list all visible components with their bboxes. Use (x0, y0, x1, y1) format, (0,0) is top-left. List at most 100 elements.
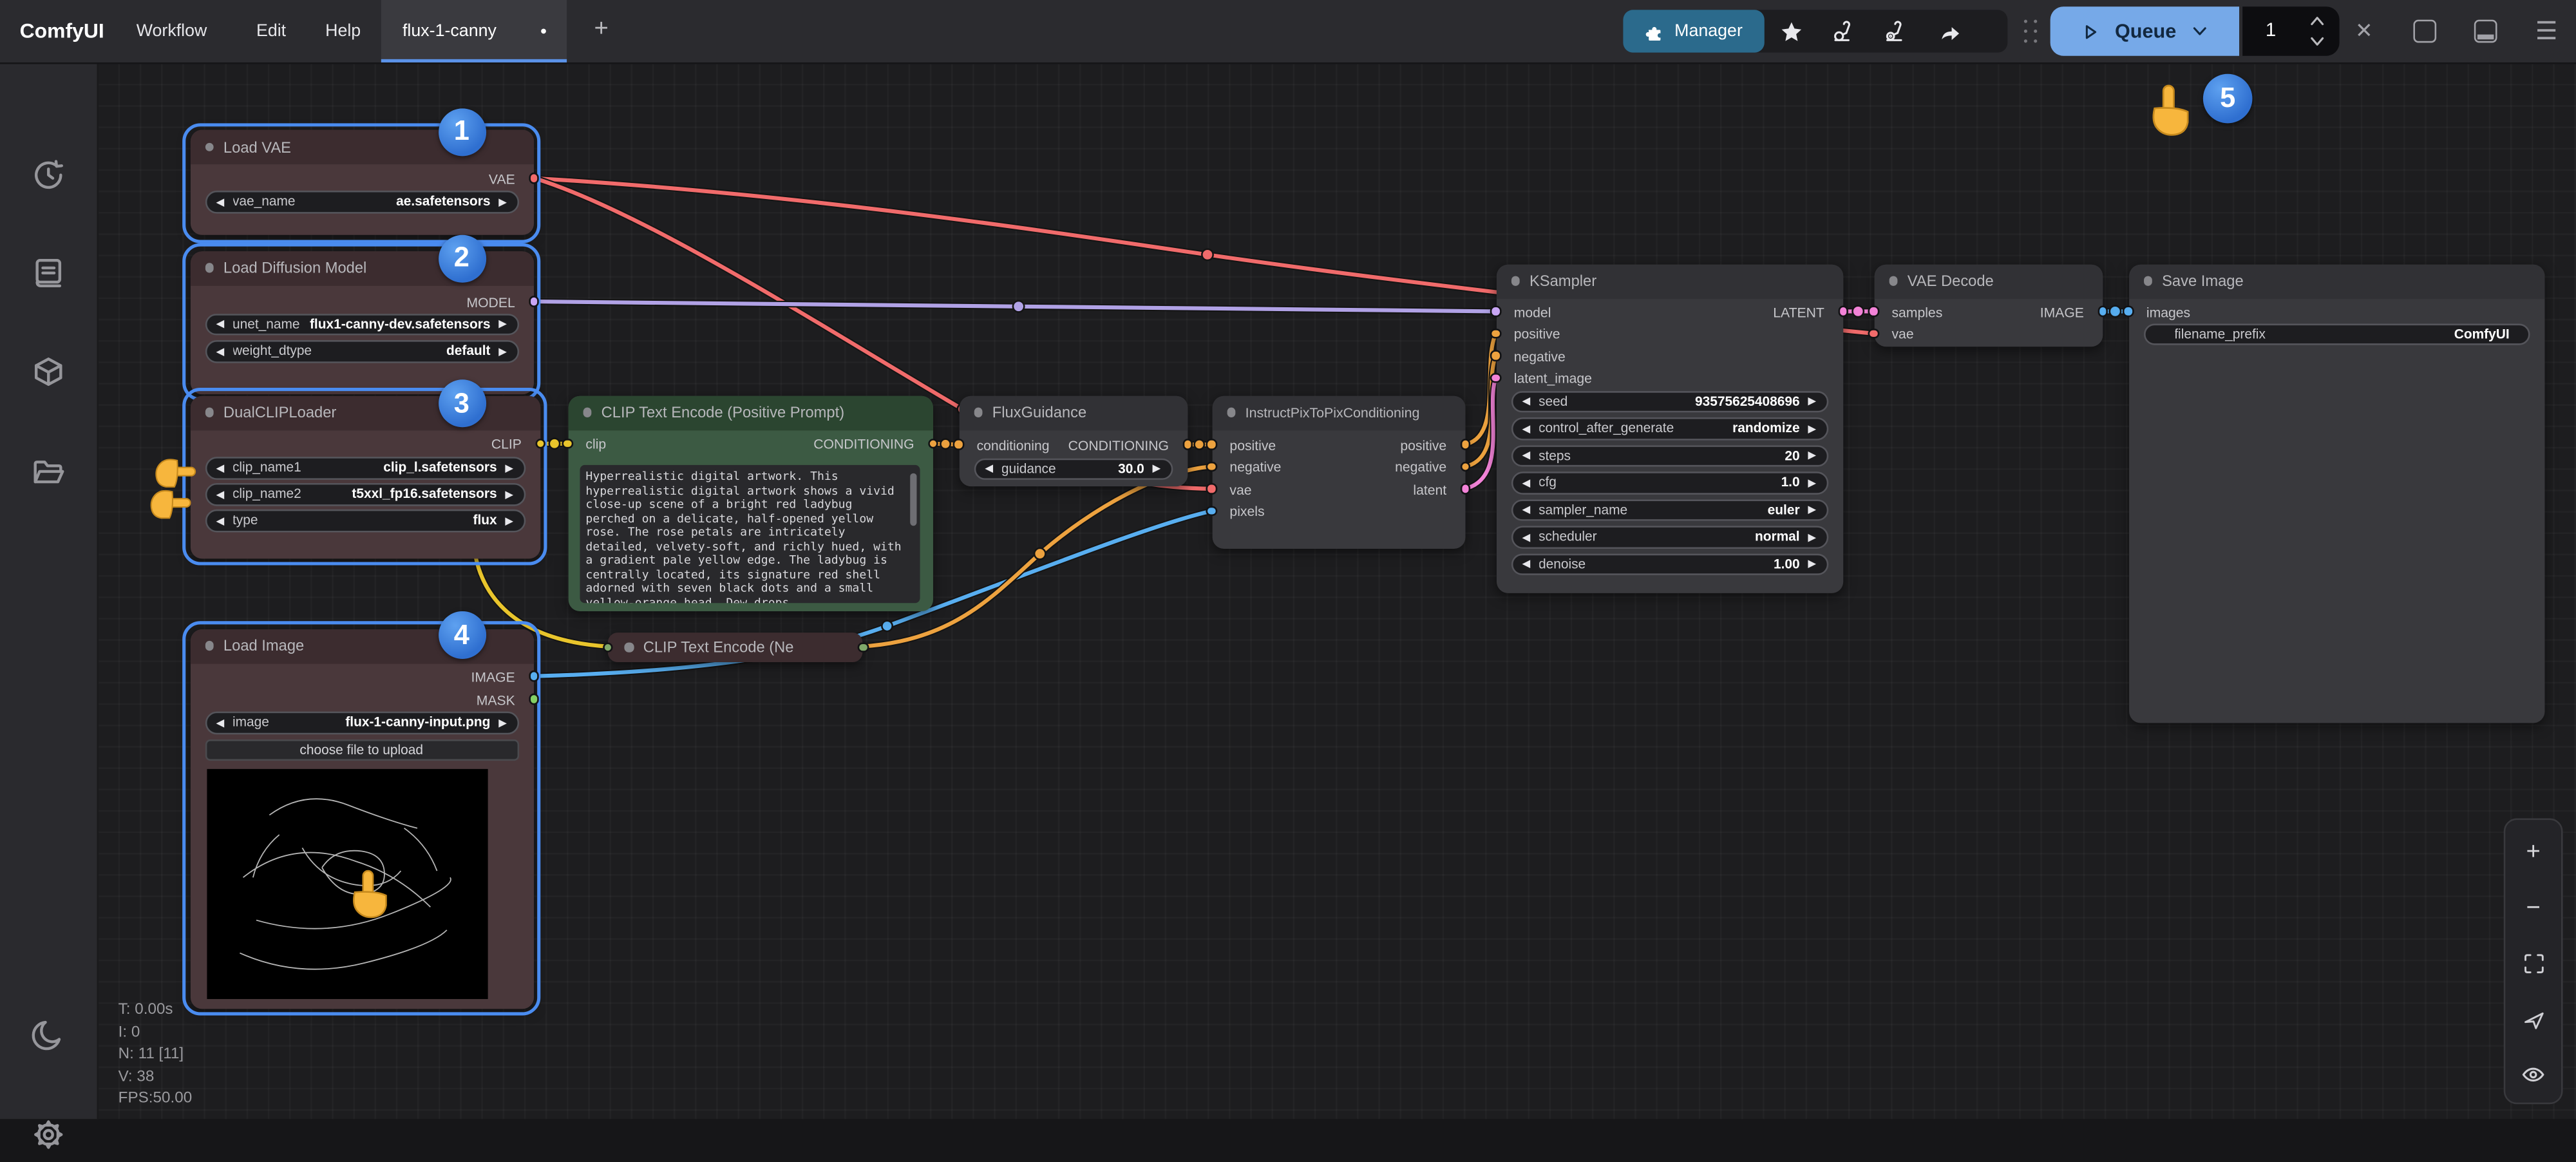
menu-help[interactable]: Help (325, 0, 361, 62)
port-vae-output[interactable] (528, 173, 539, 184)
port-pixels-input[interactable] (1206, 506, 1217, 517)
node-load-image[interactable]: Load Image IMAGE MASK ◀ image flux-1-can… (190, 629, 533, 1008)
widget-control-after-generate[interactable]: ◀ control_after_generate randomize ▶ (1511, 417, 1828, 439)
left-arrow-icon[interactable]: ◀ (1522, 503, 1531, 516)
share-icon[interactable] (1929, 12, 1968, 51)
widget-weight-dtype[interactable]: ◀ weight_dtype default ▶ (205, 340, 518, 362)
collapse-dot-icon[interactable] (205, 142, 214, 151)
right-arrow-icon[interactable]: ▶ (1808, 557, 1816, 570)
port-negative-output[interactable] (1460, 461, 1471, 472)
left-arrow-icon[interactable]: ◀ (1522, 530, 1531, 543)
left-arrow-icon[interactable]: ◀ (216, 195, 224, 208)
port-vae-input[interactable] (1868, 328, 1879, 339)
widget-scheduler[interactable]: ◀ scheduler normal ▶ (1511, 526, 1828, 548)
collapsed-output-dot[interactable] (858, 642, 869, 652)
favorites-star-icon[interactable] (1771, 12, 1810, 51)
collapse-dot-icon[interactable] (205, 263, 214, 272)
node-header[interactable]: FluxGuidance (959, 395, 1188, 430)
left-arrow-icon[interactable]: ◀ (216, 318, 224, 330)
left-arrow-icon[interactable]: ◀ (1522, 449, 1531, 462)
left-arrow-icon[interactable]: ◀ (216, 345, 224, 357)
fit-view-button[interactable] (2505, 938, 2561, 988)
maximize-icon[interactable] (2409, 15, 2441, 48)
widget-vae-name[interactable]: ◀ vae_name ae.safetensors ▶ (205, 191, 518, 213)
right-arrow-icon[interactable]: ▶ (1808, 503, 1816, 516)
port-negative-input[interactable] (1490, 350, 1501, 361)
node-header[interactable]: CLIP Text Encode (Positive Prompt) (567, 395, 932, 430)
widget-guidance[interactable]: ◀ guidance 30.0 ▶ (973, 457, 1172, 479)
right-arrow-icon[interactable]: ▶ (1808, 395, 1816, 408)
node-header[interactable]: DualCLIPLoader (190, 395, 540, 430)
widget-clip-name2[interactable]: ◀ clip_name2 t5xxl_fp16.safetensors ▶ (205, 483, 525, 505)
widget-sampler-name[interactable]: ◀ sampler_name euler ▶ (1511, 499, 1828, 520)
spinner-down-icon[interactable] (2308, 35, 2326, 50)
node-clip-text-encode-negative-collapsed[interactable]: CLIP Text Encode (Ne (608, 632, 862, 662)
left-arrow-icon[interactable]: ◀ (1522, 557, 1531, 570)
left-arrow-icon[interactable]: ◀ (1522, 476, 1531, 489)
node-header[interactable]: VAE Decode (1873, 263, 2102, 298)
new-workflow-button[interactable]: + (583, 12, 620, 48)
left-arrow-icon[interactable]: ◀ (1522, 422, 1531, 435)
widget-clip-name1[interactable]: ◀ clip_name1 clip_l.safetensors ▶ (205, 457, 525, 479)
port-images-input[interactable] (2123, 306, 2134, 317)
toggle-link-visibility-button[interactable] (2505, 1050, 2561, 1100)
prompt-textarea[interactable]: Hyperrealistic digital artwork. This hyp… (579, 465, 919, 603)
port-positive-output[interactable] (1460, 439, 1471, 450)
port-image-output[interactable] (528, 671, 539, 681)
node-library-icon[interactable] (30, 254, 68, 292)
right-arrow-icon[interactable]: ▶ (498, 318, 507, 330)
right-arrow-icon[interactable]: ▶ (505, 461, 513, 474)
port-positive-input[interactable] (1206, 439, 1217, 450)
right-arrow-icon[interactable]: ▶ (1153, 462, 1161, 475)
node-header[interactable]: KSampler (1496, 263, 1842, 298)
left-arrow-icon[interactable]: ◀ (1522, 395, 1531, 408)
model-library-icon[interactable] (30, 353, 68, 391)
port-image-output[interactable] (2097, 306, 2108, 317)
right-arrow-icon[interactable]: ▶ (505, 488, 513, 500)
collapse-dot-icon[interactable] (973, 408, 982, 417)
port-conditioning-input[interactable] (953, 439, 964, 450)
node-clip-text-encode-positive[interactable]: CLIP Text Encode (Positive Prompt) clip … (567, 395, 932, 611)
right-arrow-icon[interactable]: ▶ (498, 716, 507, 729)
batch-count-spinner[interactable]: 1 (2242, 6, 2340, 56)
right-arrow-icon[interactable]: ▶ (505, 514, 513, 527)
node-graph-canvas[interactable]: Load VAE VAE ◀ vae_name ae.safetensors ▶… (97, 62, 2576, 1118)
widget-denoise[interactable]: ◀ denoise 1.00 ▶ (1511, 553, 1828, 575)
right-arrow-icon[interactable]: ▶ (498, 345, 507, 357)
left-arrow-icon[interactable]: ◀ (216, 716, 224, 729)
port-model-input[interactable] (1490, 306, 1501, 317)
spinner-up-icon[interactable] (2308, 13, 2326, 28)
port-positive-input[interactable] (1490, 328, 1501, 339)
left-arrow-icon[interactable]: ◀ (216, 461, 224, 474)
node-header[interactable]: Save Image (2128, 263, 2544, 298)
right-arrow-icon[interactable]: ▶ (1808, 449, 1816, 462)
collapse-dot-icon[interactable] (1511, 276, 1520, 285)
manager-button[interactable]: Manager (1623, 10, 1764, 52)
collapse-dot-icon[interactable] (205, 408, 214, 417)
collapse-dot-icon[interactable] (624, 642, 633, 651)
node-dual-clip-loader[interactable]: DualCLIPLoader CLIP ◀ clip_name1 clip_l.… (190, 395, 540, 558)
widget-filename-prefix[interactable]: filename_prefix ComfyUI (2143, 323, 2529, 345)
port-latent-output[interactable] (1837, 306, 1848, 317)
port-model-output[interactable] (528, 296, 539, 307)
collapse-dot-icon[interactable] (1226, 408, 1235, 417)
textarea-scrollbar[interactable] (910, 473, 916, 526)
node-save-image[interactable]: Save Image images filename_prefix ComfyU… (2128, 263, 2544, 722)
port-latent-image-input[interactable] (1490, 372, 1501, 383)
right-arrow-icon[interactable]: ▶ (1808, 476, 1816, 489)
collapse-dot-icon[interactable] (1888, 276, 1897, 285)
theme-moon-icon[interactable] (30, 1016, 68, 1054)
port-samples-input[interactable] (1868, 306, 1879, 317)
close-icon[interactable]: ✕ (2347, 15, 2380, 48)
port-mask-output[interactable] (528, 694, 539, 705)
menu-workflow[interactable]: Workflow (137, 0, 207, 62)
left-arrow-icon[interactable]: ◀ (216, 514, 224, 527)
widget-type[interactable]: ◀ type flux ▶ (205, 510, 525, 531)
node-ksampler[interactable]: KSampler model positive negative latent_… (1496, 263, 1842, 592)
node-header[interactable]: InstructPixToPixConditioning (1211, 395, 1464, 430)
port-clip-input[interactable] (562, 438, 573, 449)
port-conditioning-output[interactable] (927, 438, 938, 449)
left-arrow-icon[interactable]: ◀ (216, 488, 224, 500)
menu-edit[interactable]: Edit (256, 0, 286, 62)
workflows-folder-icon[interactable] (30, 453, 68, 491)
